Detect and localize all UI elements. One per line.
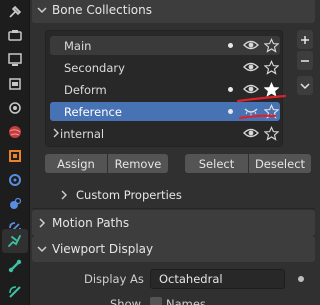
add-icon (301, 35, 309, 44)
render-icon (8, 30, 22, 41)
subpanel-title: Custom Properties (76, 188, 182, 202)
active-dot-icon (228, 87, 233, 92)
dropdown-value: Octahedral (159, 272, 223, 286)
tool-icon (9, 5, 22, 18)
collection-specials-button[interactable] (297, 76, 313, 95)
output-tab[interactable] (2, 48, 28, 72)
show-label: Show (110, 297, 142, 305)
world-icon (9, 126, 21, 138)
view-layer-icon (9, 78, 21, 90)
physics-icon (10, 197, 22, 209)
panel-divider (32, 208, 315, 209)
list-item-label: Secondary (64, 60, 125, 75)
list-item-internal[interactable]: internal (50, 124, 280, 143)
eye-icon[interactable] (243, 60, 259, 74)
select-button[interactable]: Select (185, 154, 248, 173)
world-tab[interactable] (2, 120, 28, 144)
star-outline-icon[interactable] (264, 38, 279, 53)
bone-tab[interactable] (2, 254, 28, 278)
panel-title: Bone Collections (52, 3, 152, 17)
display-as-dropdown[interactable]: Octahedral (150, 269, 285, 289)
bone-icon (8, 259, 22, 273)
properties-editor: Bone Collections Main Secondary Deform R… (0, 0, 315, 305)
chevron-right-icon[interactable] (52, 128, 60, 138)
object-icon (9, 150, 21, 162)
list-item-label: Reference (64, 104, 122, 119)
properties-tab-strip (0, 0, 30, 305)
assign-button[interactable]: Assign (45, 154, 107, 173)
viewport-display-header[interactable]: Viewport Display (32, 236, 315, 262)
active-dot-icon (228, 109, 233, 114)
list-item-label: Deform (64, 82, 107, 97)
eye-icon[interactable] (243, 82, 259, 96)
bone-constraint-icon (9, 286, 21, 298)
star-outline-icon[interactable] (264, 104, 279, 119)
list-item-label: internal (60, 126, 105, 141)
names-checkbox[interactable] (150, 297, 162, 305)
list-item-main[interactable]: Main (50, 36, 280, 55)
bone-constraint-tab[interactable] (2, 280, 28, 304)
add-collection-button[interactable] (297, 30, 313, 49)
display-as-label: Display As (84, 272, 144, 286)
bone-collections-header[interactable]: Bone Collections (32, 0, 315, 23)
list-item-deform[interactable]: Deform (50, 80, 280, 99)
eye-icon[interactable] (243, 38, 259, 52)
chevron-right-icon (61, 190, 67, 200)
custom-properties-header[interactable]: Custom Properties (60, 185, 280, 205)
remove-icon (301, 59, 309, 62)
bone-collections-list[interactable]: Main Secondary Deform Reference internal (45, 30, 283, 147)
panel-title: Viewport Display (52, 242, 154, 256)
physics-tab[interactable] (2, 192, 28, 216)
chevron-right-icon (32, 218, 52, 228)
motion-paths-header[interactable]: Motion Paths (32, 210, 315, 236)
list-item-reference[interactable]: Reference (50, 102, 280, 121)
armature-data-icon (8, 235, 21, 247)
names-label: Names (166, 297, 206, 305)
star-outline-icon[interactable] (264, 126, 279, 141)
panel-title: Motion Paths (52, 216, 130, 230)
scene-tab[interactable] (2, 96, 28, 120)
chevron-down-icon (32, 5, 52, 15)
view-layer-tab[interactable] (2, 72, 28, 96)
modifier-tab[interactable] (2, 168, 28, 192)
deselect-button[interactable]: Deselect (249, 154, 311, 173)
chevron-down-icon (32, 244, 52, 254)
list-item-secondary[interactable]: Secondary (50, 58, 280, 77)
modifier-icon (9, 174, 21, 186)
render-tab[interactable] (2, 24, 28, 48)
object-tab[interactable] (2, 144, 28, 168)
remove-button[interactable]: Remove (108, 154, 168, 173)
output-icon (8, 53, 22, 66)
tool-tab[interactable] (2, 0, 28, 24)
active-dot-icon (228, 43, 233, 48)
remove-collection-button[interactable] (297, 51, 313, 70)
eye-closed-icon[interactable] (243, 104, 259, 118)
star-outline-icon[interactable] (264, 60, 279, 75)
eye-icon[interactable] (243, 126, 259, 140)
animate-property-icon[interactable] (298, 276, 304, 282)
chevron-down-icon (300, 82, 310, 89)
armature-data-tab[interactable] (2, 229, 28, 253)
list-item-label: Main (64, 38, 92, 53)
star-filled-icon[interactable] (264, 82, 279, 97)
scene-icon (9, 102, 21, 114)
properties-content: Bone Collections Main Secondary Deform R… (30, 0, 315, 305)
